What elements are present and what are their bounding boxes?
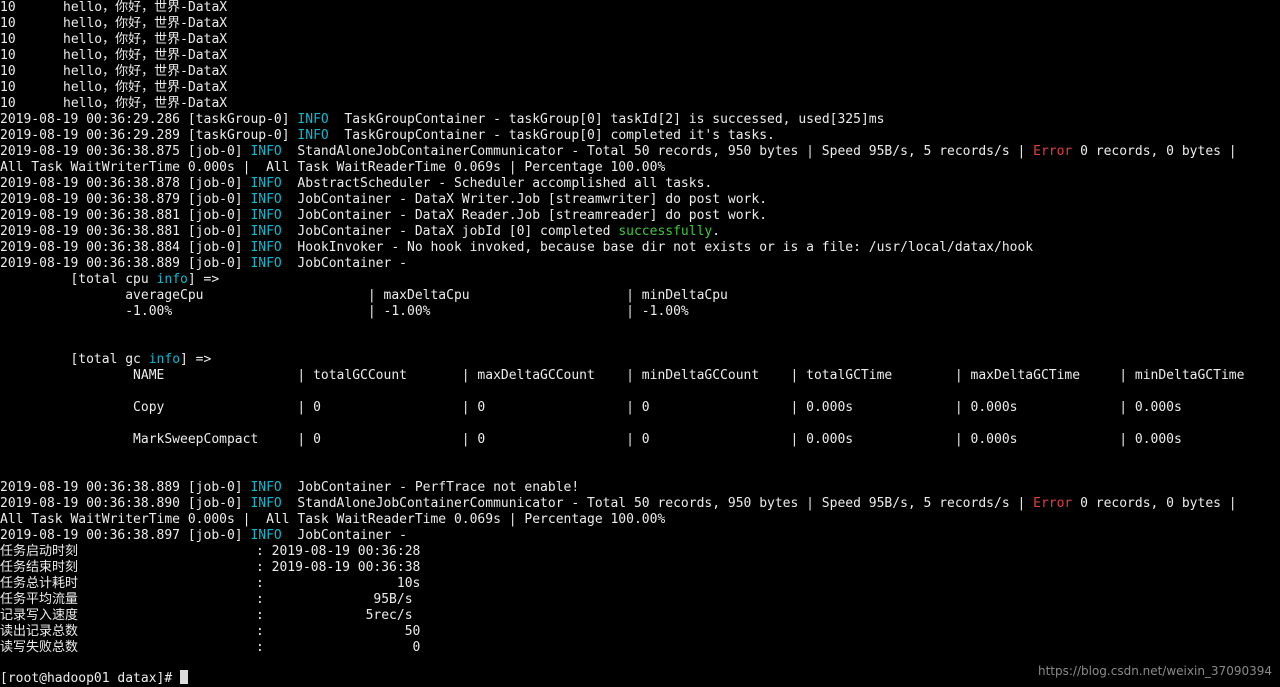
gc-info-title: [total gc info] =>: [0, 352, 212, 367]
summary-value: : 0: [256, 640, 421, 655]
log-level-info: INFO: [250, 240, 282, 255]
summary-row: 读出记录总数 : 50: [0, 624, 420, 640]
output-line: 10 hello，你好，世界-DataX: [0, 16, 228, 31]
output-line: 10 hello，你好，世界-DataX: [0, 64, 228, 79]
output-line: 10 hello，你好，世界-DataX: [0, 32, 228, 47]
output-line: 10 hello，你好，世界-DataX: [0, 96, 228, 111]
log-level-info: INFO: [250, 496, 282, 511]
log-level-info: INFO: [250, 528, 282, 543]
summary-label: 记录写入速度: [0, 608, 79, 623]
text-cursor: [180, 670, 189, 684]
cpu-info-header: averageCpu | maxDeltaCpu | minDeltaCpu: [0, 288, 728, 303]
summary-value: : 2019-08-19 00:36:38: [256, 560, 421, 575]
summary-row: 读写失败总数 : 0: [0, 640, 420, 656]
error-label: Error: [1033, 496, 1073, 511]
cpu-info-values: -1.00% | -1.00% | -1.00%: [0, 304, 689, 319]
log-level-info: INFO: [250, 192, 282, 207]
log-line: 2019-08-19 00:36:29.289 [taskGroup-0] IN…: [0, 128, 775, 143]
log-line: 2019-08-19 00:36:38.889 [job-0] INFO Job…: [0, 480, 580, 495]
summary-row: 任务总计耗时 : 10s: [0, 576, 420, 592]
gc-info-row: MarkSweepCompact | 0 | 0 | 0 | 0.000s | …: [0, 432, 1182, 447]
log-level-info: INFO: [250, 256, 282, 271]
log-line: 2019-08-19 00:36:38.875 [job-0] INFO Sta…: [0, 144, 1237, 159]
summary-value: : 10s: [256, 576, 421, 591]
log-line: All Task WaitWriterTime 0.000s | All Tas…: [0, 512, 666, 527]
prompt-text: [root@hadoop01 datax]#: [0, 671, 181, 686]
log-line: 2019-08-19 00:36:38.878 [job-0] INFO Abs…: [0, 176, 713, 191]
shell-prompt[interactable]: [root@hadoop01 datax]#: [0, 670, 189, 686]
summary-label: 读出记录总数: [0, 624, 79, 639]
log-level-info: INFO: [250, 176, 282, 191]
summary-value: : 5rec/s: [256, 608, 413, 623]
summary-row: 记录写入速度 : 5rec/s: [0, 608, 413, 624]
log-line: 2019-08-19 00:36:38.890 [job-0] INFO Sta…: [0, 496, 1237, 511]
summary-value: : 2019-08-19 00:36:28: [256, 544, 421, 559]
summary-label: 任务总计耗时: [0, 576, 79, 591]
log-line: 2019-08-19 00:36:38.897 [job-0] INFO Job…: [0, 528, 407, 543]
log-line: 2019-08-19 00:36:38.881 [job-0] INFO Job…: [0, 224, 721, 239]
output-line: 10 hello，你好，世界-DataX: [0, 80, 228, 95]
log-level-info: INFO: [250, 224, 282, 239]
summary-row: 任务平均流量 : 95B/s: [0, 592, 413, 608]
summary-label: 读写失败总数: [0, 640, 79, 655]
summary-label: 任务结束时刻: [0, 560, 79, 575]
summary-value: : 50: [256, 624, 421, 639]
log-level-info: INFO: [250, 144, 282, 159]
cpu-info-title: [total cpu info] =>: [0, 272, 220, 287]
log-line: 2019-08-19 00:36:38.881 [job-0] INFO Job…: [0, 208, 768, 223]
log-level-info: INFO: [297, 112, 329, 127]
success-label: successfully: [618, 224, 713, 239]
log-line: All Task WaitWriterTime 0.000s | All Tas…: [0, 160, 666, 175]
log-level-info: INFO: [250, 480, 282, 495]
log-line: 2019-08-19 00:36:38.879 [job-0] INFO Job…: [0, 192, 768, 207]
log-level-info: INFO: [250, 208, 282, 223]
error-label: Error: [1033, 144, 1073, 159]
summary-label: 任务启动时刻: [0, 544, 79, 559]
summary-label: 任务平均流量: [0, 592, 79, 607]
gc-info-row: Copy | 0 | 0 | 0 | 0.000s | 0.000s | 0.0…: [0, 400, 1182, 415]
summary-row: 任务结束时刻 : 2019-08-19 00:36:38: [0, 560, 420, 576]
log-line: 2019-08-19 00:36:29.286 [taskGroup-0] IN…: [0, 112, 885, 127]
gc-info-header: NAME | totalGCCount | maxDeltaGCCount | …: [0, 368, 1245, 383]
summary-value: : 95B/s: [256, 592, 413, 607]
log-level-info: INFO: [297, 128, 329, 143]
log-line: 2019-08-19 00:36:38.889 [job-0] INFO Job…: [0, 256, 407, 271]
summary-row: 任务启动时刻 : 2019-08-19 00:36:28: [0, 544, 420, 560]
log-line: 2019-08-19 00:36:38.884 [job-0] INFO Hoo…: [0, 240, 1034, 255]
output-line: 10 hello，你好，世界-DataX: [0, 0, 228, 15]
watermark: https://blog.csdn.net/weixin_37090394: [1037, 664, 1272, 678]
output-line: 10 hello，你好，世界-DataX: [0, 48, 228, 63]
